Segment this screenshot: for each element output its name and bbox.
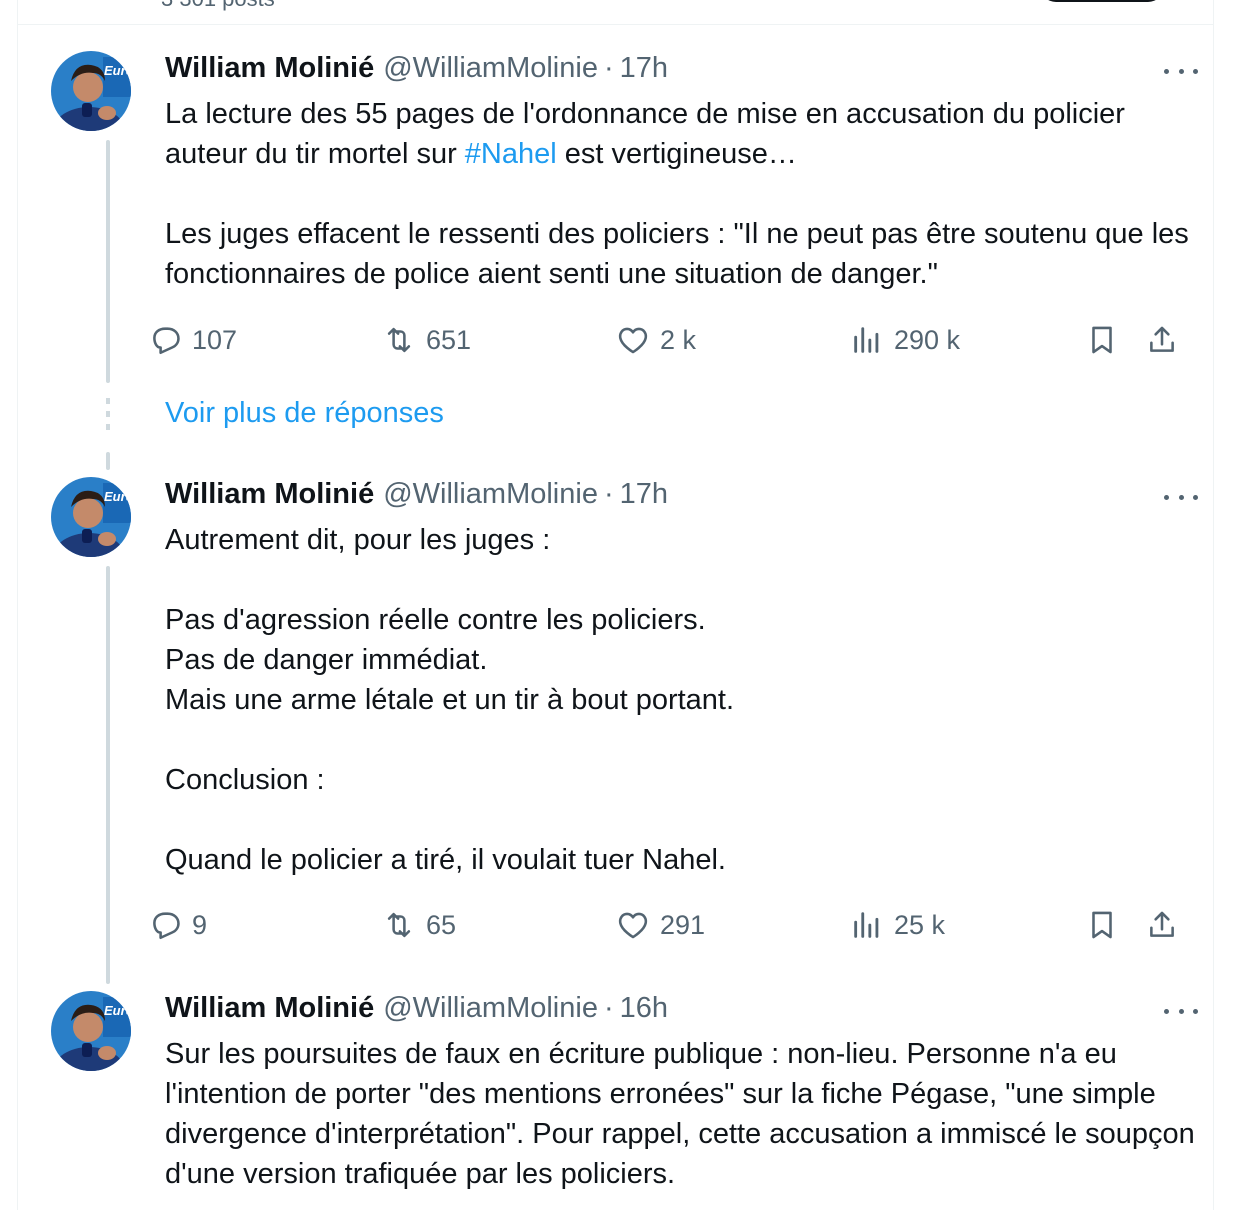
avatar-badge-text: Euro [104, 489, 131, 504]
author-handle[interactable]: @WilliamMolinie [383, 52, 598, 85]
view-count: 25 k [894, 909, 946, 940]
author-name[interactable]: William Molinié [165, 52, 374, 85]
tweet-actions: 107 651 2 k 290 k [18, 320, 1213, 360]
like-icon [618, 327, 648, 354]
avatar-image: Euro [51, 991, 131, 1071]
separator: · [603, 52, 614, 84]
tweet-header: William Molinié @WilliamMolinie · 17h [165, 478, 668, 512]
like-icon [618, 912, 648, 939]
tweet-actions: 9 65 291 25 k [18, 905, 1213, 945]
avatar-badge-text: Euro [104, 1003, 131, 1018]
repost-button[interactable]: 65 [382, 905, 456, 945]
share-button[interactable] [1145, 905, 1179, 945]
reply-button[interactable]: 107 [148, 320, 237, 360]
thread-connector [106, 452, 110, 470]
timeline-column: 3 301 posts Euro William Molinié @Willia… [17, 0, 1214, 1210]
tweet-paragraph: Sur les poursuites de faux en écriture p… [165, 1038, 1195, 1190]
posts-count: 3 301 posts [161, 0, 275, 12]
timestamp[interactable]: 17h [620, 478, 668, 511]
author-name[interactable]: William Molinié [165, 478, 374, 511]
bookmark-button[interactable] [1085, 905, 1119, 945]
author-handle[interactable]: @WilliamMolinie [383, 478, 598, 511]
tweet-line: Mais une arme létale et un tir à bout po… [165, 684, 735, 716]
repost-icon [387, 327, 411, 353]
tweet-line: Autrement dit, pour les juges : [165, 524, 551, 556]
tweet-paragraph: La lecture des 55 pages de l'ordonnance … [165, 94, 1210, 174]
reply-button[interactable]: 9 [148, 905, 207, 945]
views-button[interactable]: 25 k [850, 905, 945, 945]
reply-icon [153, 912, 180, 940]
text-segment: est vertigineuse… [556, 138, 797, 170]
tweet-header: William Molinié @WilliamMolinie · 17h [165, 52, 668, 86]
author-name[interactable]: William Molinié [165, 992, 374, 1025]
tweet-text: La lecture des 55 pages de l'ordonnance … [165, 94, 1210, 294]
show-more-replies-link[interactable]: Voir plus de réponses [165, 397, 444, 430]
share-icon [1150, 911, 1174, 937]
more-icon[interactable] [1164, 65, 1198, 77]
like-button[interactable]: 291 [616, 905, 705, 945]
like-count: 291 [660, 909, 706, 940]
repost-icon [387, 912, 411, 938]
avatar-badge-text: Euro [104, 63, 131, 78]
repost-count: 651 [426, 324, 472, 355]
repost-button[interactable]: 651 [382, 320, 471, 360]
views-icon [854, 912, 879, 938]
reply-count: 107 [192, 324, 238, 355]
share-icon [1150, 326, 1174, 352]
avatar[interactable]: Euro [51, 477, 131, 557]
timestamp[interactable]: 16h [620, 992, 668, 1025]
views-button[interactable]: 290 k [850, 320, 960, 360]
like-count: 2 k [660, 324, 697, 355]
bookmark-icon [1092, 326, 1112, 354]
follow-button[interactable] [1040, 0, 1164, 2]
tweet-line: Conclusion : [165, 764, 325, 796]
avatar-image: Euro [51, 477, 131, 557]
bookmark-icon [1092, 911, 1112, 939]
more-icon[interactable] [1164, 1005, 1198, 1017]
avatar[interactable]: Euro [51, 51, 131, 131]
bookmark-button[interactable] [1085, 320, 1119, 360]
timestamp[interactable]: 17h [620, 52, 668, 85]
author-handle[interactable]: @WilliamMolinie [383, 992, 598, 1025]
separator: · [603, 478, 614, 510]
like-button[interactable]: 2 k [616, 320, 696, 360]
avatar-image: Euro [51, 51, 131, 131]
tweet-text: Sur les poursuites de faux en écriture p… [165, 1034, 1210, 1194]
share-button[interactable] [1145, 320, 1179, 360]
tweet-header: William Molinié @WilliamMolinie · 16h [165, 992, 668, 1026]
tweet-line: Pas de danger immédiat. [165, 644, 488, 676]
tweet-text: Autrement dit, pour les juges : Pas d'ag… [165, 520, 1210, 880]
thread-connector-dotted [106, 398, 110, 434]
views-icon [854, 327, 879, 353]
tweet-paragraph: Les juges effacent le ressenti des polic… [165, 218, 1189, 290]
repost-count: 65 [426, 909, 457, 940]
hashtag-link[interactable]: #Nahel [465, 138, 557, 170]
view-count: 290 k [894, 324, 961, 355]
separator: · [603, 992, 614, 1024]
more-icon[interactable] [1164, 491, 1198, 503]
avatar[interactable]: Euro [51, 991, 131, 1071]
tweet-line: Pas d'agression réelle contre les polici… [165, 604, 706, 636]
tweet-line: Quand le policier a tiré, il voulait tue… [165, 844, 726, 876]
profile-header-remnant: 3 301 posts [18, 0, 1213, 25]
reply-icon [153, 327, 180, 355]
reply-count: 9 [192, 909, 208, 940]
